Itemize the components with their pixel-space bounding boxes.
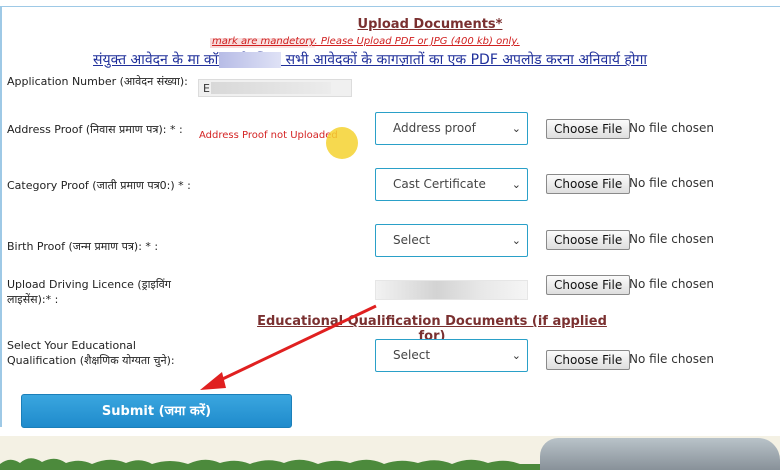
vehicle-image xyxy=(540,438,780,470)
annotation-arrow-icon xyxy=(200,304,377,390)
